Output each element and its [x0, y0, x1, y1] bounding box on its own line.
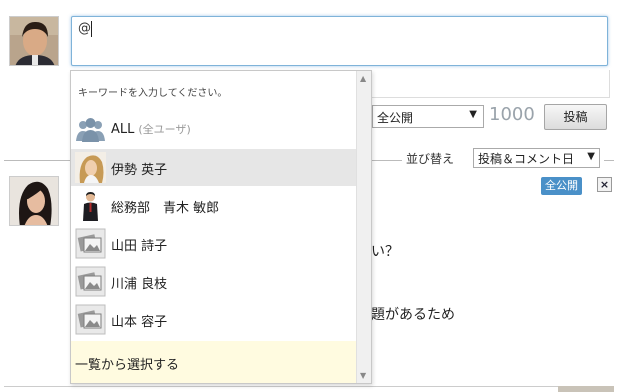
chevron-down-icon: ▼: [587, 151, 595, 162]
group-icon: [75, 114, 106, 145]
user-photo-icon: [75, 152, 106, 183]
no-photo-icon: [75, 228, 106, 259]
post-author-avatar[interactable]: [9, 176, 59, 226]
sort-select-value: 投稿＆コメント日: [478, 152, 575, 166]
post-text-fragment: い？: [371, 244, 399, 260]
post-button[interactable]: 投稿: [544, 104, 607, 130]
close-icon[interactable]: ×: [597, 177, 612, 192]
current-user-avatar: [9, 16, 59, 66]
divider: [604, 160, 614, 161]
mention-option-label: 総務部 青木 敏郎: [111, 201, 220, 216]
attachment-thumbnail[interactable]: [558, 386, 614, 392]
select-from-list-link[interactable]: 一覧から選択する: [71, 341, 356, 383]
char-count: 1000: [489, 104, 535, 125]
mention-option-all[interactable]: ALL (全ユーザ): [71, 111, 356, 148]
visibility-select-value: 全公開: [377, 111, 414, 125]
no-photo-icon: [75, 304, 106, 335]
no-photo-icon: [75, 266, 106, 297]
scroll-down-icon[interactable]: ▼: [360, 371, 366, 380]
mention-option-label: 山田 詩子: [111, 239, 168, 254]
mention-option-user[interactable]: 山本 容子: [71, 301, 356, 338]
dropdown-scrollbar[interactable]: ▲ ▼: [356, 71, 371, 383]
mention-option-user[interactable]: 山田 詩子: [71, 225, 356, 262]
visibility-select[interactable]: 全公開 ▼: [372, 105, 484, 128]
mention-option-label: ALL (全ユーザ): [111, 122, 191, 137]
dropdown-hint: キーワードを入力してください。: [78, 88, 228, 99]
mention-option-user[interactable]: 総務部 青木 敏郎: [71, 187, 356, 224]
compose-textarea[interactable]: @: [71, 16, 608, 66]
mention-option-label: 山本 容子: [111, 315, 168, 330]
mention-option-label: 伊勢 英子: [111, 163, 168, 178]
scroll-up-icon[interactable]: ▲: [360, 74, 366, 83]
text-caret: [91, 21, 92, 37]
divider: [4, 386, 564, 387]
sort-select[interactable]: 投稿＆コメント日 ▼: [473, 148, 600, 168]
chevron-down-icon: ▼: [469, 109, 477, 120]
visibility-badge: 全公開: [541, 177, 582, 195]
mention-dropdown[interactable]: キーワードを入力してください。 ALL (全ユーザ) 伊勢 英子 総務部 青木 …: [70, 70, 372, 384]
mention-option-user[interactable]: 伊勢 英子: [71, 149, 356, 186]
sort-label: 並び替え: [406, 152, 455, 166]
select-from-list-label: 一覧から選択する: [75, 358, 180, 373]
mention-option-user[interactable]: 川浦 良枝: [71, 263, 356, 300]
user-photo-icon: [75, 190, 106, 221]
mention-option-label: 川浦 良枝: [111, 277, 168, 292]
compose-text: @: [78, 21, 91, 36]
